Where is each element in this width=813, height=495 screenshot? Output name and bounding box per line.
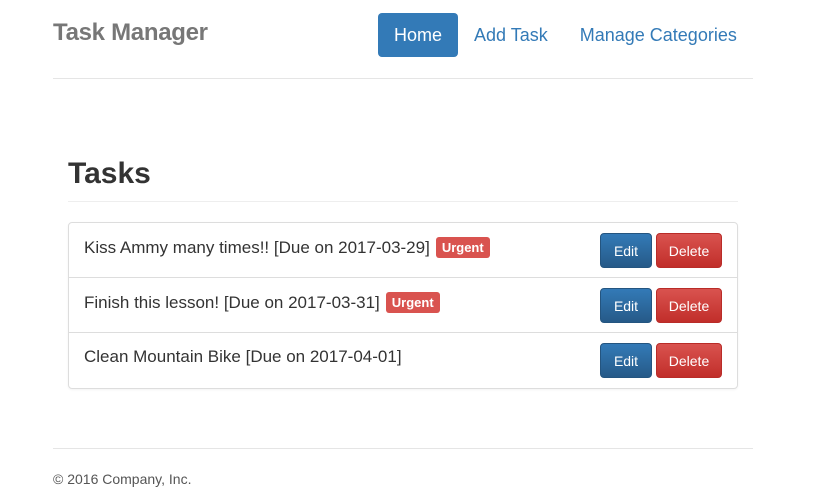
nav: Home Add Task Manage Categories (378, 13, 753, 57)
task-text: Clean Mountain Bike [Due on 2017-04-01] (84, 347, 402, 366)
delete-button[interactable]: Delete (656, 233, 722, 268)
nav-add-task[interactable]: Add Task (458, 13, 564, 57)
task-row: Finish this lesson! [Due on 2017-03-31] U… (69, 278, 737, 333)
urgent-badge: Urgent (385, 292, 440, 313)
nav-manage-categories[interactable]: Manage Categories (564, 13, 753, 57)
edit-button[interactable]: Edit (600, 233, 652, 268)
header: Task Manager Home Add Task Manage Catego… (53, 0, 753, 79)
edit-button[interactable]: Edit (600, 343, 652, 378)
nav-home[interactable]: Home (378, 13, 459, 57)
footer: © 2016 Company, Inc. (53, 448, 753, 487)
task-row: Kiss Ammy many times!! [Due on 2017-03-2… (69, 223, 737, 278)
task-list: Kiss Ammy many times!! [Due on 2017-03-2… (68, 222, 738, 389)
edit-button[interactable]: Edit (600, 288, 652, 323)
urgent-badge: Urgent (435, 237, 490, 258)
page-title: Tasks (68, 157, 738, 202)
task-text: Kiss Ammy many times!! [Due on 2017-03-2… (84, 237, 430, 257)
copyright: © 2016 Company, Inc. (53, 471, 192, 487)
task-row: Clean Mountain Bike [Due on 2017-04-01] … (69, 333, 737, 388)
task-text: Finish this lesson! [Due on 2017-03-31] (84, 292, 380, 312)
delete-button[interactable]: Delete (656, 288, 722, 323)
brand[interactable]: Task Manager (53, 19, 208, 47)
delete-button[interactable]: Delete (656, 343, 722, 378)
